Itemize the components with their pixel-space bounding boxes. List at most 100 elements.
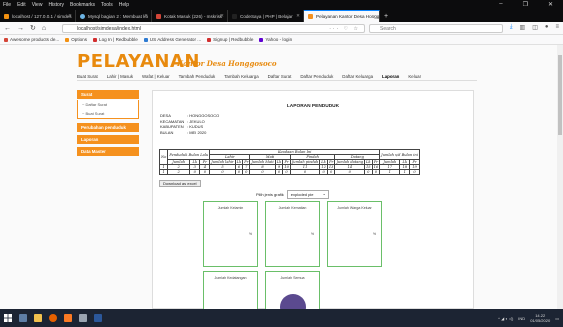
nav-daftar-penduduk[interactable]: Daftar Penduduk xyxy=(300,74,333,79)
taskview-icon[interactable] xyxy=(15,309,30,327)
close-tab-icon[interactable]: ✕ xyxy=(144,13,148,19)
home-icon[interactable]: ⌂ xyxy=(42,25,46,32)
menu-file[interactable]: File xyxy=(3,2,11,8)
tab-phpmyadmin[interactable]: localhost / 127.0.0.1 / simdes ✕ xyxy=(0,10,76,22)
bookmark-yahoo[interactable]: Yahoo - login xyxy=(259,37,292,42)
chart-type-label: Pilih jenis grafik xyxy=(256,192,284,197)
nav-tambah-penduduk[interactable]: Tambah Penduduk xyxy=(179,74,216,79)
bookmark-options[interactable]: Options xyxy=(65,37,87,42)
pelayanan-favicon-icon xyxy=(308,14,313,19)
sidebar: Surat ~ Daftar Surat ~ Buat Surat Peruba… xyxy=(77,90,139,159)
nav-lahir-masuk[interactable]: Lahir | Masuk xyxy=(107,74,133,79)
nav-keluar[interactable]: Keluar xyxy=(408,74,421,79)
bookmark-redbubble-login[interactable]: Log In | Redbubble xyxy=(93,37,138,42)
tab-pelayanan[interactable]: Pelayanan Kantor Desa Hongg ✕ xyxy=(304,10,380,22)
hamburger-menu-icon[interactable]: ≡ xyxy=(555,24,559,31)
xampp-icon[interactable] xyxy=(60,309,75,327)
bookmarks-bar: Awesome products de... Options Log In | … xyxy=(0,35,563,45)
sidebar-daftar-surat[interactable]: ~ Daftar Surat xyxy=(77,100,139,109)
chart-card-kematian: Jumlah Kematian % xyxy=(265,201,320,267)
chart-card-semua: Jumlah Semua xyxy=(265,271,320,309)
sidebar-laporan[interactable]: Laporan xyxy=(77,135,139,144)
scrollbar-thumb[interactable] xyxy=(558,55,562,135)
nav-daftar-keluarga[interactable]: Daftar Keluarga xyxy=(342,74,373,79)
report-info: DESA: HONGGOSOCO KECAMATAN: JEKULO KABUP… xyxy=(160,113,219,135)
search-placeholder: Search xyxy=(380,25,396,32)
table-row-data: 1200000000000000110 xyxy=(158,169,420,175)
tab-codesaya[interactable]: CodeSaya | PHP | Belajar ✕ xyxy=(228,10,304,22)
web-page: PELAYANAN Kantor Desa Honggosoco Buat Su… xyxy=(0,45,557,309)
bookmark-us-address[interactable]: US Address Generator ... xyxy=(143,37,201,42)
tab-title: Mysql bagian 2 : Membuat ko xyxy=(88,13,149,19)
menu-bar: File Edit View History Bookmarks Tools H… xyxy=(0,0,563,10)
reload-icon[interactable]: ↻ xyxy=(30,24,36,32)
tab-title: localhost / 127.0.0.1 / simdes xyxy=(12,13,72,19)
menu-history[interactable]: History xyxy=(48,2,64,8)
site-subtitle: Kantor Desa Honggosoco xyxy=(177,59,277,68)
menu-view[interactable]: View xyxy=(32,2,43,8)
bookmark-redbubble-signup[interactable]: Signup | Redbubble xyxy=(207,37,253,42)
taskbar: ^ ◢ ◐ ◁) IND 14.22 01/05/2020 ▭ xyxy=(0,309,563,327)
start-button[interactable] xyxy=(0,309,15,327)
sidebar-icon[interactable]: ◫ xyxy=(532,24,538,31)
nav-laporan[interactable]: Laporan xyxy=(382,74,399,79)
tray-icons[interactable]: ^ ◢ ◐ ◁) xyxy=(498,316,513,321)
close-window-button[interactable]: ✕ xyxy=(548,1,553,8)
col-no: No xyxy=(158,149,169,165)
chart-type-dropdown[interactable]: exploded pie ⌄ xyxy=(286,190,329,199)
clock[interactable]: 14.22 01/05/2020 xyxy=(530,313,550,323)
download-excel-button[interactable]: Download as excel xyxy=(159,180,201,187)
card-percent: % xyxy=(310,232,314,236)
close-tab-icon[interactable]: ✕ xyxy=(68,13,72,19)
sidebar-data-master[interactable]: Data Master xyxy=(77,147,139,156)
info-row: BULAN: MEI 2020 xyxy=(160,129,207,135)
word-icon[interactable] xyxy=(90,309,105,327)
gmail-favicon-icon xyxy=(156,13,161,19)
card-title: Jumlah Kelamin xyxy=(217,206,244,210)
url-bar[interactable]: localhost/simdesa/index.html ··· ♡ ☆ xyxy=(62,24,365,33)
nav-buat-surat[interactable]: Buat Surat xyxy=(77,74,98,79)
bookmark-awesome-products[interactable]: Awesome products de... xyxy=(4,37,59,42)
menu-edit[interactable]: Edit xyxy=(17,2,26,8)
library-icon[interactable]: ▥ xyxy=(520,24,526,31)
codesaya-favicon-icon xyxy=(232,13,237,19)
nav-wafat-keluar[interactable]: Wafat | Keluar xyxy=(142,74,170,79)
sidebar-perubahan-penduduk[interactable]: Perubahan penduduk xyxy=(77,123,139,132)
chart-type-select: Pilih jenis grafik exploded pie ⌄ xyxy=(256,190,329,199)
forward-icon[interactable]: → xyxy=(17,25,24,32)
close-tab-icon[interactable]: ✕ xyxy=(296,13,300,19)
report-table: No Penduduk Bulan Lalu Keadaan Bulan Ini… xyxy=(158,149,420,175)
tab-gmail[interactable]: Kotak Masuk (226) - mskrisk ✕ xyxy=(152,10,228,22)
language-indicator[interactable]: IND xyxy=(518,316,525,321)
card-title: Jumlah Semua xyxy=(280,276,305,280)
page-scrollbar[interactable] xyxy=(557,45,563,309)
page-actions[interactable]: ··· ♡ ☆ xyxy=(329,26,360,32)
search-input[interactable]: Search xyxy=(369,24,503,33)
minimize-button[interactable]: – xyxy=(499,1,502,8)
menu-help[interactable]: Help xyxy=(119,2,129,8)
tab-title: Kotak Masuk (226) - mskrisk xyxy=(164,13,223,19)
menu-tools[interactable]: Tools xyxy=(101,2,113,8)
download-icon[interactable]: ⤓ xyxy=(510,24,513,31)
card-title: Jumlah Warga Keluar xyxy=(337,206,372,210)
nav-daftar-surat[interactable]: Daftar Surat xyxy=(268,74,292,79)
close-tab-icon[interactable]: ✕ xyxy=(372,14,376,20)
col-penduduk-lalu: Penduduk Bulan Lalu xyxy=(167,149,211,160)
notification-icon[interactable]: ▭ xyxy=(555,316,559,321)
menu-bookmarks[interactable]: Bookmarks xyxy=(70,2,95,8)
nav-tambah-keluarga[interactable]: Tambah Keluarga xyxy=(224,74,258,79)
card-percent: % xyxy=(372,232,376,236)
tab-mysql[interactable]: Mysql bagian 2 : Membuat ko ✕ xyxy=(76,10,152,22)
sidebar-surat[interactable]: Surat xyxy=(77,90,139,99)
close-tab-icon[interactable]: ✕ xyxy=(220,13,224,19)
sidebar-buat-surat[interactable]: ~ Buat Surat xyxy=(77,109,139,119)
tool-icon[interactable] xyxy=(75,309,90,327)
new-tab-button[interactable]: + xyxy=(380,10,392,22)
back-icon[interactable]: ← xyxy=(4,25,11,32)
file-explorer-icon[interactable] xyxy=(30,309,45,327)
firefox-icon[interactable] xyxy=(45,309,60,327)
maximize-button[interactable]: ❐ xyxy=(523,1,528,8)
chart-card-kelamin: Jumlah Kelamin % xyxy=(203,201,258,267)
navigation-bar: ← → ↻ ⌂ localhost/simdesa/index.html ···… xyxy=(0,22,563,35)
account-icon[interactable]: ● xyxy=(545,24,549,31)
